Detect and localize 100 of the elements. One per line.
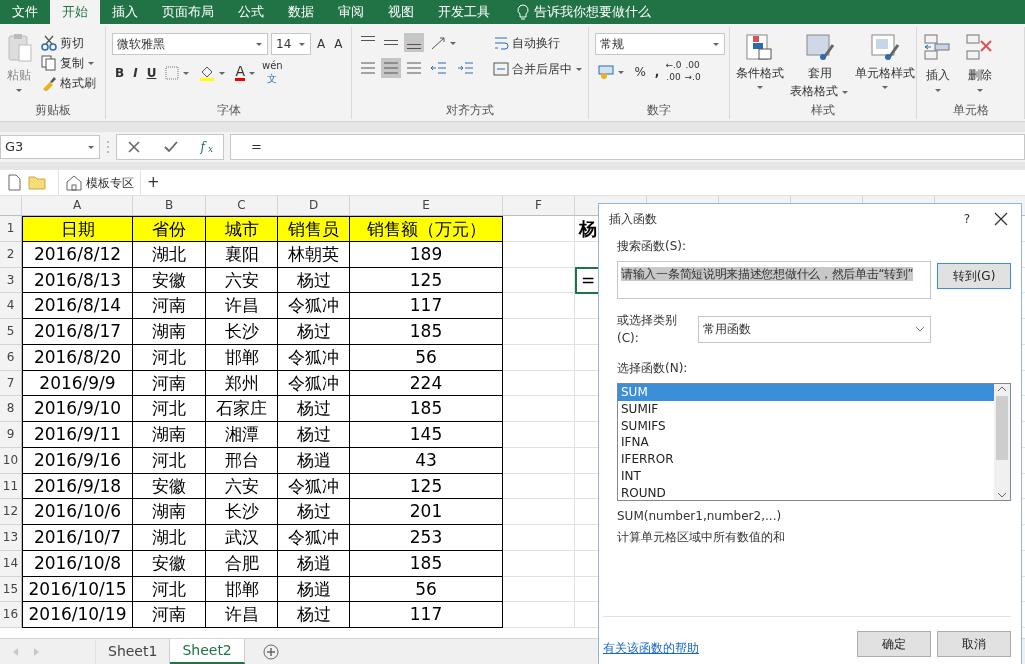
cancel-icon[interactable] — [127, 140, 141, 154]
function-list-item[interactable]: ROUND — [618, 484, 994, 502]
insert-function-button[interactable]: f$_{x}$ — [200, 138, 213, 156]
function-list-item[interactable]: SUMIFS — [618, 417, 994, 435]
font-size-field[interactable]: 14 — [271, 33, 311, 55]
formula-input[interactable]: = — [230, 134, 1025, 160]
copy-button[interactable]: 复制 — [38, 53, 99, 73]
format-painter-button[interactable]: 格式刷 — [38, 73, 99, 93]
new-file-icon[interactable] — [6, 174, 22, 191]
table-cell: 湘潭 — [206, 422, 278, 448]
field-label: 或选择类别(C): — [617, 312, 678, 347]
number-format-field[interactable]: 常规 — [595, 33, 726, 55]
table-cell: 56 — [350, 576, 503, 603]
paint-bucket-icon — [199, 64, 216, 81]
select-all-corner[interactable] — [0, 196, 22, 216]
menu-tab[interactable]: 审阅 — [326, 0, 376, 24]
column-header: E — [350, 196, 503, 216]
shrink-font-button[interactable]: A — [331, 34, 346, 54]
scroll-down-icon[interactable] — [996, 490, 1008, 500]
align-lines-icon — [384, 40, 399, 45]
group-label: 样式 — [810, 102, 837, 119]
grow-font-button[interactable]: A — [314, 34, 329, 54]
table-brush-icon — [804, 33, 835, 63]
check-icon[interactable] — [163, 140, 178, 154]
name-box[interactable]: G3 — [0, 135, 100, 159]
delete-cells-button[interactable]: 删除 — [965, 33, 996, 93]
row-header: 5 — [0, 319, 22, 345]
caret-icon — [218, 69, 227, 76]
comma-button[interactable]: , — [651, 61, 663, 82]
scrollbar-thumb[interactable] — [996, 396, 1008, 460]
folder-icon[interactable] — [28, 174, 46, 191]
table-cell: 2016/10/19 — [22, 602, 133, 628]
function-list-item[interactable]: SUMIF — [618, 400, 994, 418]
table-cell: 郑州 — [206, 370, 278, 397]
menu-tab[interactable]: 开始 — [50, 0, 100, 24]
font-name-field[interactable]: 微软雅黑 — [112, 33, 268, 55]
vertical-align-button[interactable] — [404, 33, 425, 52]
table-cell: 2016/9/10 — [22, 396, 133, 422]
phonetic-button[interactable]: wén 文 — [261, 61, 283, 84]
table-cell: 2016/8/12 — [22, 241, 133, 268]
format-table-button[interactable]: 套用 表格格式 — [790, 33, 850, 99]
ok-button[interactable]: 确定 — [857, 631, 931, 657]
horizontal-align-button[interactable] — [381, 58, 402, 78]
add-sheet-icon[interactable] — [262, 643, 279, 660]
function-list-item[interactable]: IFERROR — [618, 451, 994, 468]
decrease-decimal-button[interactable]: .00 →.0 — [684, 61, 701, 82]
menu-tab[interactable]: 视图 — [376, 0, 426, 24]
conditional-format-button[interactable]: 条件格式 — [736, 33, 785, 90]
column-heading-cell: 销售员 — [278, 216, 350, 242]
table-cell: 117 — [350, 602, 503, 628]
table-cell: 湖南 — [133, 499, 206, 525]
menu-tab[interactable]: 文件 — [0, 0, 50, 24]
field-label: 搜索函数(S): — [617, 238, 688, 255]
table-cell: 邢台 — [206, 447, 278, 474]
function-list-item[interactable]: IFNA — [618, 434, 994, 452]
category-select[interactable]: 常用函数 — [698, 315, 931, 343]
menu-tab[interactable]: 页面布局 — [150, 0, 226, 24]
column-header: F — [503, 196, 575, 216]
table-cell: 224 — [350, 370, 503, 397]
scroll-up-icon[interactable] — [996, 384, 1008, 394]
add-tab-button[interactable]: + — [141, 170, 166, 195]
table-cell: 湖北 — [133, 525, 206, 551]
font-color-button[interactable]: A — [232, 63, 259, 82]
bold-button[interactable]: B — [112, 62, 128, 83]
table-cell: 杨过 — [278, 396, 350, 422]
table-cell: 杨过 — [278, 422, 350, 448]
function-signature: SUM(number1,number2,...) — [617, 508, 783, 525]
increase-decimal-button[interactable]: ←.0 .00 — [665, 61, 682, 82]
menu-tab[interactable]: 公式 — [226, 0, 276, 24]
menu-tab[interactable]: 开发工具 — [426, 0, 502, 24]
search-field[interactable]: 请输入一条简短说明来描述您想做什么，然后单击“转到” — [617, 261, 931, 299]
wrap-text-button[interactable]: 自动换行 — [490, 33, 587, 53]
column-header: A — [22, 196, 133, 216]
menu-tab[interactable]: 插入 — [100, 0, 150, 24]
table-cell: 185 — [350, 396, 503, 422]
cancel-button[interactable]: 取消 — [937, 631, 1011, 657]
table-cell: 145 — [350, 422, 503, 448]
tell-me-search[interactable]: 告诉我你想要做什么 — [534, 2, 651, 22]
go-button[interactable]: 转到(G) — [937, 263, 1011, 289]
cell-styles-button[interactable]: 单元格样式 — [855, 33, 916, 90]
caret-icon — [87, 60, 95, 66]
percent-button[interactable]: % — [631, 61, 649, 82]
italic-button[interactable]: I — [130, 62, 141, 83]
sheet-tab[interactable]: Sheet2 — [170, 639, 245, 664]
lightbulb-icon[interactable] — [516, 4, 530, 20]
merge-center-button[interactable]: 合并后居中 — [490, 59, 587, 79]
table-cell: 长沙 — [206, 319, 278, 345]
menu-tab[interactable]: 数据 — [276, 0, 326, 24]
help-button[interactable]: ? — [960, 209, 973, 229]
row-header: 10 — [0, 447, 22, 474]
underline-button[interactable]: U — [143, 62, 160, 83]
table-cell: 2016/8/14 — [22, 293, 133, 319]
template-tab[interactable]: 模板专区 — [58, 169, 141, 196]
help-link[interactable]: 有关该函数的帮助 — [603, 639, 699, 657]
insert-cells-button[interactable]: 插入 — [923, 33, 954, 93]
caret-icon — [976, 87, 985, 93]
cut-button[interactable]: 剪切 — [38, 33, 99, 53]
function-list-item[interactable]: INT — [618, 468, 994, 485]
row-header: 15 — [0, 576, 22, 603]
money-icon — [598, 63, 615, 80]
